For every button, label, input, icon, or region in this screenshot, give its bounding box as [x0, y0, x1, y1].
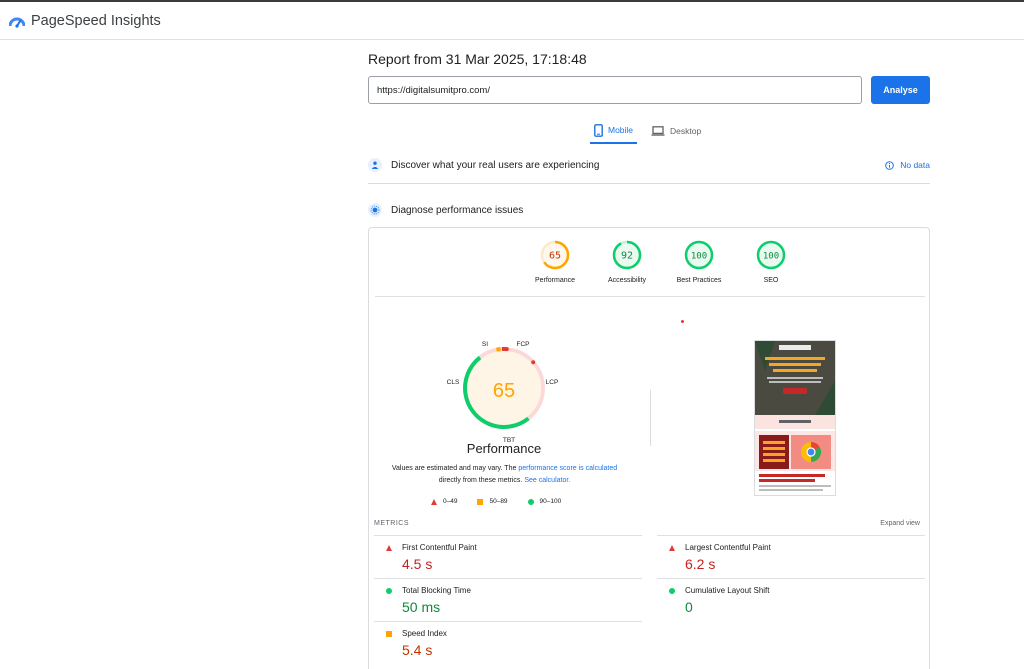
gauge-divider — [375, 296, 925, 297]
gauge-value: 100 — [691, 252, 707, 262]
metric-name: First Contentful Paint — [402, 543, 477, 552]
metric-name: Total Blocking Time — [402, 586, 471, 595]
metric-name: Speed Index — [402, 629, 447, 638]
performance-score-link[interactable]: performance score is calculated — [518, 465, 617, 472]
field-data-section[interactable]: Discover what your real users are experi… — [368, 158, 930, 172]
tab-mobile-label: Mobile — [608, 125, 634, 135]
gauge-ring: 100 — [684, 240, 714, 270]
gauge-label: SEO — [763, 277, 779, 284]
metric-value: 4.5 s — [402, 556, 433, 572]
expand-view-button[interactable]: Expand view — [880, 520, 920, 527]
app-header: PageSpeed Insights — [0, 2, 1024, 40]
report-card: 65 Performance 92 Accessibility 100 Best… — [368, 227, 930, 669]
metric-lcp: Largest Contentful Paint 6.2 s — [657, 535, 925, 578]
triangle-icon — [431, 498, 437, 505]
performance-gauge-large: 65 SI FCP LCP CLS TBT — [447, 341, 559, 444]
legend-good: 90–100 — [527, 498, 562, 505]
section-divider — [368, 183, 930, 184]
gauge-ring: 65 — [540, 240, 570, 270]
good-circle-icon — [386, 588, 392, 594]
gauge-accessibility[interactable]: 92 Accessibility — [591, 240, 663, 284]
metric-tbt: Total Blocking Time 50 ms — [374, 578, 642, 621]
circle-icon — [527, 498, 534, 505]
device-tabs: Mobile Desktop — [590, 118, 705, 144]
metric-si: Speed Index 5.4 s — [374, 621, 642, 664]
legend-good-label: 90–100 — [539, 498, 562, 505]
metric-value: 0 — [685, 599, 693, 615]
info-icon — [885, 160, 895, 170]
square-icon — [477, 498, 484, 505]
metric-value: 6.2 s — [685, 556, 716, 572]
report-title: Report from 31 Mar 2025, 17:18:48 — [368, 51, 587, 67]
phone-icon — [594, 123, 603, 137]
gauge-ring: 92 — [612, 240, 642, 270]
legend-poor-label: 0–49 — [443, 498, 458, 505]
metric-cls: Cumulative Layout Shift 0 — [657, 578, 925, 621]
see-calculator-link[interactable]: See calculator. — [524, 477, 570, 484]
gauge-label: Performance — [534, 277, 576, 284]
lcp-marker — [531, 360, 536, 365]
analyse-button[interactable]: Analyse — [871, 76, 930, 104]
cls-label: CLS — [447, 379, 460, 386]
tab-desktop-label: Desktop — [670, 126, 702, 136]
gauge-ring: 100 — [756, 240, 786, 270]
fcp-label: FCP — [517, 341, 530, 348]
no-data-indicator[interactable]: No data — [885, 160, 930, 170]
metric-value: 50 ms — [402, 599, 441, 615]
gauge-label: Best Practices — [676, 277, 722, 284]
app-logo[interactable]: PageSpeed Insights — [9, 13, 161, 29]
gauge-value: 92 — [621, 251, 633, 262]
url-input[interactable] — [368, 76, 862, 104]
good-circle-icon — [669, 588, 675, 594]
note-text-1: Values are estimated and may vary. The — [391, 465, 519, 472]
fcp-marker — [504, 347, 509, 352]
si-marker — [496, 347, 501, 352]
score-gauges: 65 Performance 92 Accessibility 100 Best… — [519, 240, 807, 284]
field-data-label: Discover what your real users are experi… — [391, 159, 600, 171]
performance-title: Performance — [466, 441, 542, 456]
score-note: Values are estimated and may vary. The p… — [387, 463, 622, 487]
legend-average: 50–89 — [477, 498, 508, 505]
metrics-header: METRICS — [374, 520, 409, 527]
no-data-text: No data — [900, 160, 930, 170]
score-legend: 0–49 50–89 90–100 — [431, 498, 561, 505]
average-square-icon — [386, 631, 392, 637]
lab-data-section[interactable]: Diagnose performance issues — [368, 203, 930, 217]
gauge-value: 65 — [549, 251, 561, 262]
performance-score: 65 — [493, 380, 515, 402]
poor-triangle-icon — [669, 545, 675, 551]
tab-desktop[interactable]: Desktop — [647, 118, 705, 144]
pagespeed-logo-icon — [9, 17, 25, 28]
metric-name: Largest Contentful Paint — [685, 543, 771, 552]
lab-data-label: Diagnose performance issues — [391, 204, 524, 216]
lcp-label: LCP — [546, 379, 559, 386]
si-label: SI — [482, 341, 488, 348]
app-title: PageSpeed Insights — [31, 12, 161, 29]
gauge-value: 100 — [763, 252, 779, 262]
metric-name: Cumulative Layout Shift — [685, 586, 770, 595]
legend-poor: 0–49 — [431, 498, 457, 505]
note-text-2: directly from these metrics. — [438, 477, 525, 484]
legend-average-label: 50–89 — [489, 498, 508, 505]
metric-value: 5.4 s — [402, 642, 433, 658]
metric-fcp: First Contentful Paint 4.5 s — [374, 535, 642, 578]
page-screenshot-thumbnail[interactable] — [754, 340, 836, 496]
gauge-label: Accessibility — [607, 277, 647, 284]
gauge-performance[interactable]: 65 Performance — [519, 240, 591, 284]
diagnose-icon — [368, 203, 382, 217]
gauge-best-practices[interactable]: 100 Best Practices — [663, 240, 735, 284]
indicator-dot — [681, 320, 684, 323]
gauge-seo[interactable]: 100 SEO — [735, 240, 807, 284]
users-icon — [368, 158, 382, 172]
laptop-icon — [651, 126, 665, 136]
screenshot-image — [755, 341, 835, 491]
poor-triangle-icon — [386, 545, 392, 551]
tab-mobile[interactable]: Mobile — [590, 118, 638, 144]
vertical-separator — [650, 390, 651, 446]
